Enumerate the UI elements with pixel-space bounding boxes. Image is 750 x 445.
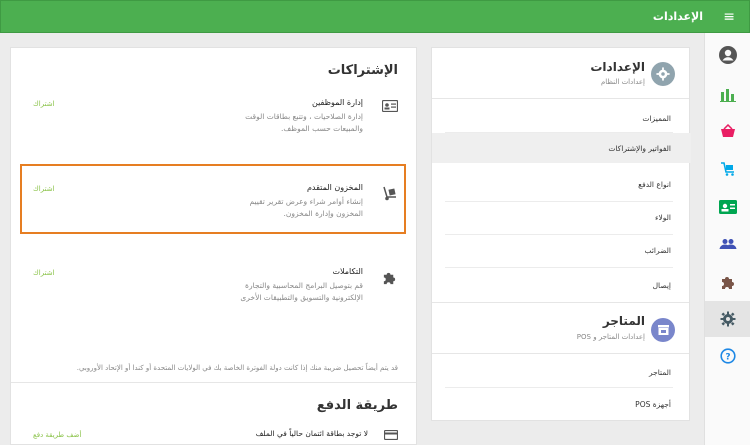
divider (11, 382, 416, 383)
menu-item-pos-devices[interactable]: أجهزة POS (635, 400, 671, 409)
subscription-description: إدارة الصلاحيات ، وتتبع بطاقات الوقت والم… (245, 112, 363, 133)
divider (445, 201, 673, 202)
settings-menu-subtitle: إعدادات النظام (600, 78, 645, 86)
stores-menu-title: المتاجر (602, 314, 645, 328)
dolly-icon (383, 186, 396, 201)
no-card-text: لا توجد بطاقة ائتمان حالياً في الملف (255, 429, 368, 438)
subscription-description: قم بتوصيل البرامج المحاسبية والتجارة الإل… (240, 281, 363, 302)
divider (445, 267, 673, 268)
svg-text:?: ? (725, 353, 730, 363)
users-icon (719, 239, 737, 249)
subscribe-link[interactable]: اشتراك (33, 269, 55, 277)
id-card-icon (382, 100, 398, 112)
settings-gear-icon (651, 62, 675, 86)
menu-item-billing[interactable]: الفواتير والإشتراكات (608, 144, 671, 153)
user-avatar-icon (719, 46, 737, 64)
puzzle-piece-icon (722, 277, 734, 289)
hamburger-menu-icon[interactable]: ≡ (723, 10, 735, 24)
contact-card-icon (719, 200, 737, 214)
nav-item-settings[interactable] (705, 301, 750, 337)
payment-title: طريقة الدفع (316, 398, 398, 413)
divider (432, 353, 689, 354)
nav-item-apps[interactable] (705, 264, 750, 300)
menu-item-payment-types[interactable]: انواع الدفع (638, 180, 671, 189)
nav-item-sales[interactable] (705, 113, 750, 149)
subscription-name: المخزون المتقدم (306, 183, 363, 192)
subscription-description: إنشاء أوامر شراء وعرض تقرير تقييم المخزون… (249, 197, 363, 218)
nav-item-profile[interactable] (705, 37, 750, 73)
menu-item-receipt[interactable]: إيصال (653, 281, 671, 290)
basket-icon (721, 124, 735, 137)
subscription-name: إدارة الموظفين (312, 98, 363, 107)
subscriptions-card: الإشتراكات إدارة الموظفين إدارة الصلاحيا… (10, 47, 417, 445)
menu-item-features[interactable]: المميزات (642, 114, 671, 123)
add-payment-method-link[interactable]: أضف طريقة دفع (33, 431, 81, 439)
page-title: الإعدادات (652, 10, 703, 23)
subscribe-link[interactable]: اشتراك (33, 185, 55, 193)
nav-item-help[interactable]: ? (705, 338, 750, 374)
puzzle-icon (383, 272, 396, 285)
top-bar: ≡ الإعدادات (0, 0, 750, 33)
stores-menu-subtitle: إعدادات المتاجر و POS (576, 333, 645, 341)
divider (432, 98, 689, 99)
divider (445, 234, 673, 235)
menu-item-stores[interactable]: المتاجر (649, 368, 671, 377)
nav-item-users[interactable] (705, 226, 750, 262)
settings-menu-card: الإعدادات إعدادات النظام المميزات الفوات… (431, 47, 691, 421)
divider (445, 387, 673, 388)
gear-icon (720, 311, 736, 327)
help-circle-icon: ? (720, 348, 736, 364)
subscribe-link[interactable]: اشتراك (33, 100, 55, 108)
credit-card-icon (384, 430, 398, 440)
nav-item-purchases[interactable] (705, 151, 750, 187)
store-icon (651, 318, 675, 342)
cart-icon (721, 162, 734, 176)
nav-item-contacts[interactable] (705, 189, 750, 225)
subscription-name: التكاملات (332, 267, 363, 276)
divider (432, 302, 689, 303)
nav-item-reports[interactable] (705, 77, 750, 113)
nav-rail: ? (704, 33, 750, 445)
settings-menu-title: الإعدادات (590, 60, 645, 74)
bar-chart-icon (720, 89, 736, 102)
subscriptions-title: الإشتراكات (327, 63, 398, 78)
menu-item-taxes[interactable]: الضرائب (644, 246, 671, 255)
menu-item-loyalty[interactable]: الولاء (655, 213, 671, 222)
tax-note: قد يتم أيضاً تحصيل ضريبة منك إذا كانت دو… (76, 364, 398, 372)
